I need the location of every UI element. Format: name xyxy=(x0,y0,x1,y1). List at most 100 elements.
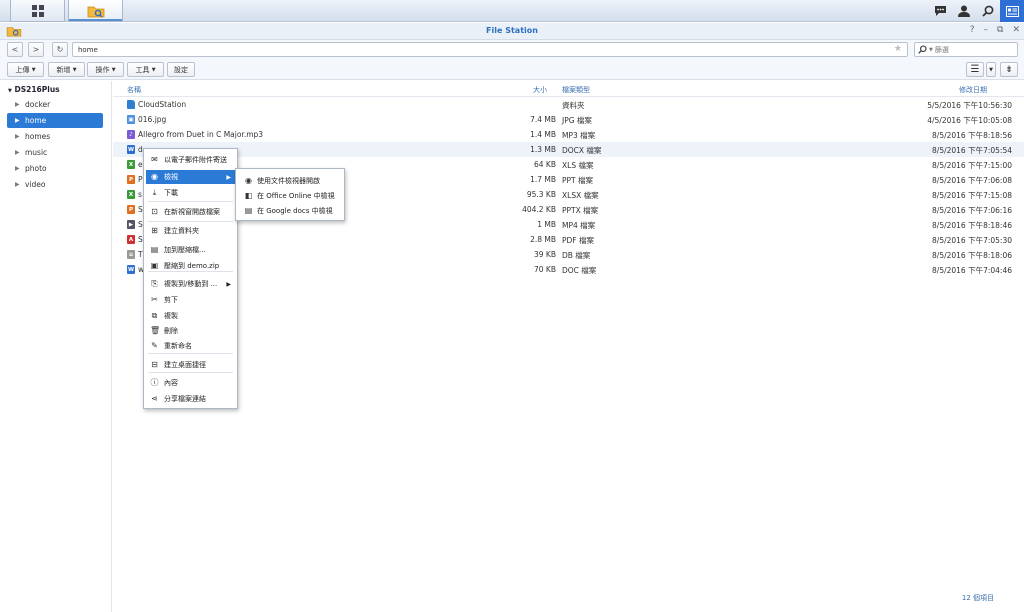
window-title: File Station xyxy=(486,26,538,35)
table-row[interactable]: Wd 1.3 MB DOCX 檔案 8/5/2016 下午7:05:54 xyxy=(113,142,1024,157)
chat-bubble-icon xyxy=(934,6,946,16)
chevron-down-icon: ▼ xyxy=(111,66,116,73)
zip-icon: ▣ xyxy=(150,261,159,270)
table-row[interactable]: CloudStation 資料夾 5/5/2016 下午10:56:30 xyxy=(113,97,1024,112)
star-icon[interactable]: ★ xyxy=(894,44,902,54)
file-name: T xyxy=(138,250,143,259)
context-menu-item[interactable]: ✂ 剪下 xyxy=(146,293,235,307)
sort-icon: ⇟ xyxy=(1005,64,1013,75)
column-modified[interactable]: 修改日期 xyxy=(959,85,987,95)
toolbar: 上傳 ▼ 新增 ▼ 操作 ▼ 工具 ▼ 設定 ☰ ▼ ⇟ xyxy=(0,60,1024,80)
sort-button[interactable]: ⇟ xyxy=(1000,62,1018,77)
pencil-icon: ✎ xyxy=(151,341,158,350)
submenu-item[interactable]: ◉ 使用文件檢視器開啟 xyxy=(239,173,341,188)
forward-button[interactable]: > xyxy=(28,42,44,57)
folder-icon xyxy=(127,100,135,109)
context-menu-item[interactable]: ⋖ 分享檔案連結 xyxy=(146,392,235,406)
column-type[interactable]: 檔案類型 xyxy=(562,85,590,95)
search-button[interactable] xyxy=(976,0,1000,22)
context-menu-item[interactable]: ⧉ 複製 xyxy=(146,309,235,323)
context-menu-item[interactable]: ▤ 加到壓縮檔... xyxy=(146,243,235,257)
context-menu-item[interactable]: ⊞ 建立資料夾 xyxy=(146,224,235,238)
submenu-item[interactable]: ▤ 在 Google docs 中檢視 xyxy=(239,203,341,218)
sidebar-item-homes[interactable]: ▶ homes xyxy=(7,129,103,144)
sidebar-item-photo[interactable]: ▶ photo xyxy=(7,161,103,176)
path-input[interactable]: home ★ xyxy=(72,42,908,57)
tree-root[interactable]: ▼ DS216Plus xyxy=(8,85,60,94)
file-date: 8/5/2016 下午8:18:06 xyxy=(932,251,1012,260)
view-mode-button[interactable]: ☰ xyxy=(966,62,984,77)
context-menu-item[interactable]: ⓘ 內容 xyxy=(146,376,235,390)
sidebar-item-home[interactable]: ▶ home xyxy=(7,113,103,128)
back-button[interactable]: < xyxy=(7,42,23,57)
widgets-button[interactable] xyxy=(1000,0,1024,22)
chevron-right-icon: ▶ xyxy=(15,117,20,124)
window-titlebar[interactable]: File Station ? – ⧉ ✕ xyxy=(0,23,1024,40)
submenu-item[interactable]: ◧ 在 Office Online 中檢視 xyxy=(239,188,341,203)
context-menu-item[interactable]: ⊟ 建立桌面捷徑 xyxy=(146,358,235,372)
context-menu-item[interactable]: ⎘ 複製到/移動到 ... ▶ xyxy=(146,277,235,291)
table-row[interactable]: ≡ T 39 KB DB 檔案 8/5/2016 下午8:18:06 xyxy=(113,247,1024,262)
chevron-right-icon: ▶ xyxy=(15,181,20,188)
column-size[interactable]: 大小 xyxy=(533,85,547,95)
path-text: home xyxy=(78,46,98,54)
table-row[interactable]: ♪ Allegro from Duet in C Major.mp3 1.4 MB M… xyxy=(113,127,1024,142)
file-station-taskbar-button[interactable] xyxy=(68,0,123,22)
search-icon xyxy=(918,45,927,54)
file-type: DOC 檔案 xyxy=(562,266,597,275)
restore-icon[interactable]: ⧉ xyxy=(997,25,1003,35)
address-row: < > ↻ home ★ ▼ 篩選 xyxy=(0,40,1024,60)
notification-button[interactable] xyxy=(928,0,952,22)
context-menu-item[interactable]: ⤓ 下載 xyxy=(146,186,235,200)
user-button[interactable] xyxy=(952,0,976,22)
file-date: 8/5/2016 下午7:06:08 xyxy=(932,176,1012,185)
help-icon[interactable]: ? xyxy=(970,25,975,35)
minimize-icon[interactable]: – xyxy=(984,25,989,35)
close-icon[interactable]: ✕ xyxy=(1012,25,1020,35)
tools-button[interactable]: 工具 ▼ xyxy=(127,62,164,77)
view-mode-dropdown[interactable]: ▼ xyxy=(986,62,996,77)
context-menu-label: 在新視窗開啟檔案 xyxy=(164,208,220,216)
refresh-button[interactable]: ↻ xyxy=(52,42,68,57)
pdf-file-icon: A xyxy=(127,235,135,244)
file-size: 1.4 MB xyxy=(530,130,556,139)
upload-button[interactable]: 上傳 ▼ xyxy=(7,62,44,77)
sidebar-item-docker[interactable]: ▶ docker xyxy=(7,97,103,112)
table-row[interactable]: Ww 04.doc70 KBDOC 檔案8/5/2016 下午7:04:46 xyxy=(113,262,1024,277)
powerpoint-file-icon: P xyxy=(127,175,135,184)
context-menu-item[interactable]: ◉ 檢視 ▶ xyxy=(146,170,235,184)
file-name: e xyxy=(138,160,143,169)
context-menu-label: 刪除 xyxy=(164,327,178,335)
create-button[interactable]: 新增 ▼ xyxy=(48,62,85,77)
context-menu-item[interactable]: ✉ 以電子郵件附件寄送 xyxy=(146,153,235,167)
chevron-right-icon: ▶ xyxy=(15,133,20,140)
file-type: XLS 檔案 xyxy=(562,161,594,170)
main-menu-button[interactable] xyxy=(10,0,65,22)
table-row[interactable]: AS _cht.pdf2.8 MBPDF 檔案8/5/2016 下午7:05:3… xyxy=(113,232,1024,247)
file-date: 8/5/2016 下午8:18:56 xyxy=(932,131,1012,140)
filter-input[interactable]: ▼ 篩選 xyxy=(914,42,1018,57)
context-menu: ✉ 以電子郵件附件寄送 ◉ 檢視 ▶ ⤓ 下載 ⊡ 在新視窗開啟檔案 ⊞ 建立資料夾 ▤ 加到壓縮檔..… xyxy=(143,148,238,409)
action-button[interactable]: 操作 ▼ xyxy=(87,62,124,77)
sidebar-item-video[interactable]: ▶ video xyxy=(7,177,103,192)
grid-icon xyxy=(31,4,44,17)
new-window-icon: ⊡ xyxy=(151,207,158,216)
context-menu-item[interactable]: 🗑 刪除 xyxy=(146,324,235,338)
context-menu-label: 複製到/移動到 ... xyxy=(164,280,218,288)
context-menu-label: 重新命名 xyxy=(164,342,192,350)
menu-divider xyxy=(148,372,233,373)
file-date: 8/5/2016 下午7:06:16 xyxy=(932,206,1012,215)
file-date: 8/5/2016 下午7:15:08 xyxy=(932,191,1012,200)
file-type: 資料夾 xyxy=(562,101,585,110)
table-row[interactable]: ▣ 016.jpg 7.4 MB JPG 檔案 4/5/2016 下午10:05:08 xyxy=(113,112,1024,127)
view-submenu: ◉ 使用文件檢視器開啟 ◧ 在 Office Online 中檢視 ▤ 在 Google … xyxy=(235,168,345,221)
context-menu-label: 建立資料夾 xyxy=(164,227,199,235)
context-menu-item[interactable]: ✎ 重新命名 xyxy=(146,339,235,353)
column-name[interactable]: 名稱 xyxy=(127,85,141,95)
file-size: 404.2 KB xyxy=(522,205,556,214)
sidebar-item-music[interactable]: ▶ music xyxy=(7,145,103,160)
settings-button[interactable]: 設定 xyxy=(167,62,195,77)
item-count: 12 個項目 xyxy=(961,594,994,602)
menu-divider xyxy=(148,353,233,354)
context-menu-item[interactable]: ⊡ 在新視窗開啟檔案 xyxy=(146,205,235,219)
